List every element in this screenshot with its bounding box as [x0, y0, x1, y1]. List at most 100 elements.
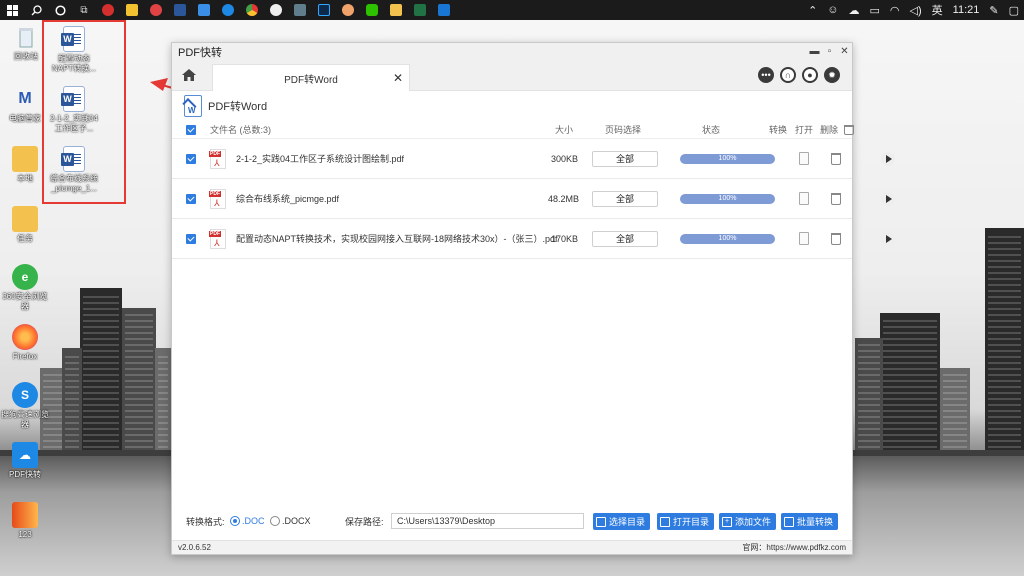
wifi-icon[interactable]: ◠ [885, 4, 905, 17]
game-app-icon[interactable] [120, 0, 144, 20]
desktop-icon-sogou-browser[interactable]: S 搜狗高速浏览器 [0, 382, 50, 430]
file-row[interactable]: 2-1-2_实践04工作区子系统设计图绘制.pdf 300KB 全部 100% [172, 139, 895, 179]
format-docx-option[interactable]: .DOCX [270, 516, 311, 527]
col-filename: 文件名 (总数:3) [210, 125, 272, 135]
row-checkbox[interactable] [186, 193, 196, 204]
home-icon[interactable] [180, 66, 198, 84]
excel-icon[interactable] [408, 0, 432, 20]
wechat-icon[interactable] [360, 0, 384, 20]
maximize-button[interactable]: ▫ [822, 46, 837, 57]
desktop-icon-label: Firefox [12, 352, 38, 361]
convert-play-icon[interactable] [881, 151, 895, 166]
desktop-icon-pdf-kuaizhuan[interactable]: ☁ PDF快转 [0, 442, 50, 480]
delete-row-icon[interactable] [831, 232, 841, 245]
save-path-input[interactable] [391, 513, 584, 529]
task-view-icon[interactable]: ⧉ [72, 0, 96, 20]
radio-doc[interactable] [230, 516, 240, 527]
input-language[interactable]: 英 [927, 2, 948, 18]
photoshop-icon[interactable] [312, 0, 336, 20]
file-list-header: 文件名 (总数:3) 大小 页码选择 状态 转换 打开 删除 [172, 121, 854, 139]
open-file-icon[interactable] [799, 192, 809, 205]
pdf-file-icon [209, 228, 226, 249]
weibo-icon[interactable] [144, 0, 168, 20]
search-icon[interactable] [24, 0, 48, 20]
qq-tray-icon[interactable]: ☺ [822, 4, 843, 16]
edge-icon[interactable] [216, 0, 240, 20]
chat-icon[interactable]: ••• [758, 67, 774, 83]
col-pages: 页码选择 [605, 125, 642, 135]
notification-icon[interactable]: ▢ [1004, 4, 1024, 17]
pen-icon[interactable]: ✎ [984, 4, 1003, 17]
open-file-icon[interactable] [799, 232, 809, 245]
word-taskbar-icon[interactable] [168, 0, 192, 20]
batch-convert-button[interactable]: 批量转换 [781, 513, 839, 530]
file-explorer-icon[interactable] [384, 0, 408, 20]
pdf-file-icon [209, 148, 226, 169]
close-button[interactable]: ✕ [837, 46, 852, 57]
version-label: v2.0.6.52 [178, 543, 211, 552]
headset-icon[interactable]: ∩ [780, 67, 796, 83]
page-select[interactable]: 全部 [592, 190, 658, 207]
tray-chevron-icon[interactable]: ⌃ [803, 4, 822, 17]
media-app-icon[interactable] [96, 0, 120, 20]
file-size: 170KB [551, 233, 579, 244]
cloud-tray-icon[interactable]: ☁ [844, 4, 865, 17]
website-label[interactable]: 官网：https://www.pdfkz.com [742, 542, 846, 553]
qq-icon[interactable] [264, 0, 288, 20]
desktop-icon-task[interactable]: 任务 [0, 206, 50, 244]
file-name: 2-1-2_实践04工作区子系统设计图绘制.pdf [236, 154, 405, 164]
progress-label: 100% [718, 194, 737, 202]
desktop-icon-360-browser[interactable]: e 360安全浏览器 [0, 264, 50, 312]
delete-row-icon[interactable] [831, 192, 841, 205]
file-name: 综合布线系统_picmge.pdf [236, 194, 340, 204]
section-title: PDF转Word [208, 101, 268, 113]
window-titlebar[interactable]: PDF快转 ▬ ▫ ✕ [172, 43, 852, 60]
select-dir-button[interactable]: 选择目录 [593, 513, 651, 530]
page-select[interactable]: 全部 [592, 150, 658, 167]
format-doc-option[interactable]: .DOC [230, 516, 265, 527]
open-dir-button[interactable]: 打开目录 [657, 513, 715, 530]
col-open: 打开 [795, 125, 814, 135]
windows-start-icon[interactable] [0, 0, 24, 20]
desktop-icon-label: PDF快转 [9, 470, 41, 479]
path-label: 保存路径: [345, 516, 384, 527]
page-select[interactable]: 全部 [592, 230, 658, 247]
pdf-file-icon [209, 188, 226, 209]
select-all-checkbox[interactable] [186, 124, 196, 135]
volume-icon[interactable]: ◁) [905, 4, 927, 17]
delete-all-icon[interactable] [844, 125, 854, 135]
store-icon[interactable] [192, 0, 216, 20]
clock-time[interactable]: 11:21 [948, 4, 985, 16]
progress-label: 100% [718, 154, 737, 162]
add-file-button[interactable]: + 添加文件 [719, 513, 777, 530]
cortana-icon[interactable] [48, 0, 72, 20]
wps-icon[interactable] [432, 0, 456, 20]
minimize-button[interactable]: ▬ [807, 46, 822, 57]
radio-docx[interactable] [270, 516, 280, 527]
progress-bar: 100% [680, 153, 775, 164]
chrome-icon[interactable] [240, 0, 264, 20]
taskbar: ⧉ ⌃ ☺ ☁ ▭ ◠ ◁) 英 11:21 ✎ ▢ [0, 0, 1024, 20]
photos-icon[interactable] [288, 0, 312, 20]
delete-row-icon[interactable] [831, 152, 841, 165]
convert-play-icon[interactable] [881, 191, 895, 206]
desktop-icon-label: 任务 [17, 234, 33, 243]
folder-icon [12, 206, 38, 232]
gear-icon[interactable]: ✹ [824, 67, 840, 83]
desktop-icon-firefox[interactable]: Firefox [0, 324, 50, 362]
browser-360-icon: e [12, 264, 38, 290]
file-row[interactable]: 配置动态NAPT转换技术，实现校园网接入互联网-18网络技术30x）-（张三）.… [172, 219, 895, 259]
desktop-icon-123[interactable]: 123 [0, 502, 50, 540]
file-row[interactable]: 综合布线系统_picmge.pdf 48.2MB 全部 100% [172, 179, 895, 219]
tab-pdf-to-word[interactable]: PDF转Word ✕ [212, 64, 410, 91]
user-icon[interactable]: ● [802, 67, 818, 83]
gopher-app-icon[interactable] [336, 0, 360, 20]
tab-close-icon[interactable]: ✕ [393, 71, 403, 85]
row-checkbox[interactable] [186, 233, 196, 244]
row-checkbox[interactable] [186, 153, 196, 164]
network-icon[interactable]: ▭ [865, 4, 885, 17]
tab-bar: PDF转Word ✕ ••• ∩ ● ✹ [172, 60, 852, 91]
convert-icon [784, 516, 794, 527]
convert-play-icon[interactable] [881, 231, 895, 246]
open-file-icon[interactable] [799, 152, 809, 165]
